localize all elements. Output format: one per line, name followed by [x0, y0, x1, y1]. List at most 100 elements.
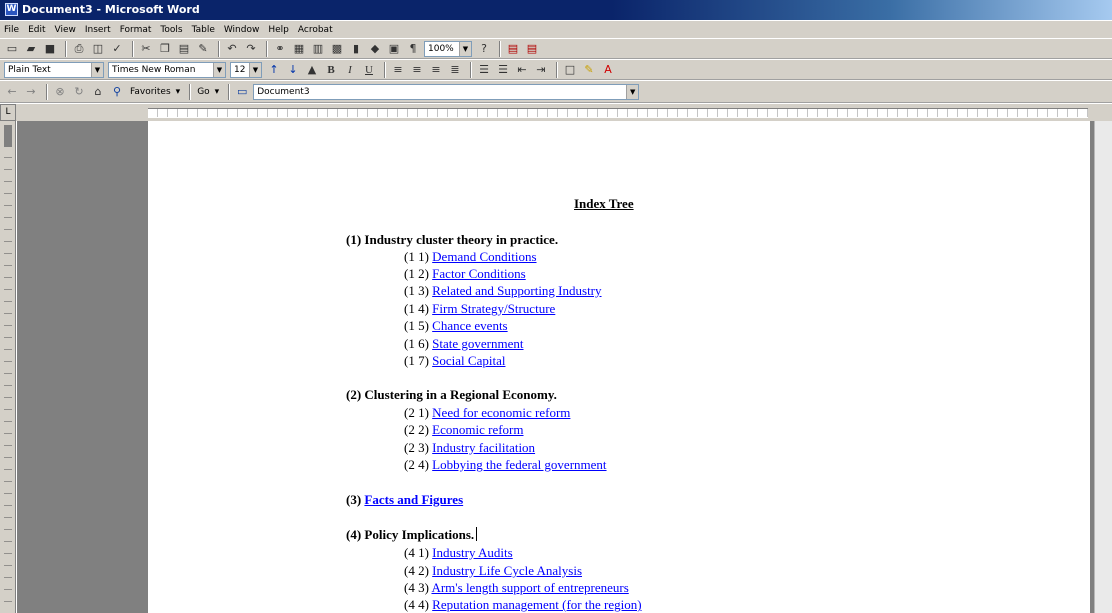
bold-icon[interactable]: B [323, 62, 339, 78]
item-link[interactable]: Need for economic reform [432, 405, 570, 420]
font-size-select[interactable]: 12 ▼ [230, 61, 262, 78]
bullets-icon[interactable]: ☰ [495, 62, 511, 78]
open-folder-icon[interactable]: ▰ [23, 41, 39, 57]
italic-icon[interactable]: I [342, 62, 358, 78]
align-center-icon[interactable]: ≡ [409, 62, 425, 78]
item-link[interactable]: Chance events [432, 318, 507, 333]
item-number: (4 3) [404, 580, 429, 595]
item-link[interactable]: Arm's length support of entrepreneurs [431, 580, 628, 595]
border-icon[interactable]: □ [562, 62, 578, 78]
decrease-indent-icon[interactable]: ⇤ [514, 62, 530, 78]
print-preview-icon[interactable]: ◫ [90, 41, 106, 57]
promote-arrow-up-icon[interactable]: ↑ [266, 62, 282, 78]
justify-icon[interactable]: ≣ [447, 62, 463, 78]
font-color-icon[interactable]: A [600, 62, 616, 78]
menu-table[interactable]: Table [192, 25, 215, 35]
triangle-icon[interactable]: ▲ [304, 62, 320, 78]
item-link[interactable]: State government [432, 336, 523, 351]
search-web-icon[interactable]: ⚲ [109, 84, 125, 100]
item-link[interactable]: Economic reform [432, 422, 523, 437]
hyperlink-icon[interactable]: ⚭ [272, 41, 288, 57]
item-link[interactable]: Firm Strategy/Structure [432, 301, 555, 316]
menu-tools[interactable]: Tools [160, 25, 182, 35]
save-icon[interactable]: ■ [42, 41, 58, 57]
chevron-down-icon[interactable]: ▼ [249, 62, 261, 77]
numbering-icon[interactable]: ☰ [476, 62, 492, 78]
zoom-select[interactable]: 100% ▼ [424, 40, 472, 57]
menu-file[interactable]: File [4, 25, 19, 35]
document-map-icon[interactable]: ▣ [386, 41, 402, 57]
forward-arrow-icon[interactable]: → [23, 84, 39, 100]
go-menu[interactable]: Go [197, 87, 209, 97]
increase-indent-icon[interactable]: ⇥ [533, 62, 549, 78]
item-link[interactable]: Related and Supporting Industry [432, 283, 601, 298]
tab-selector[interactable]: L [0, 104, 16, 121]
chevron-down-icon[interactable]: ▼ [213, 62, 225, 77]
acrobat-pdf-icon[interactable]: ▤ [505, 41, 521, 57]
help-icon[interactable]: ? [476, 41, 492, 57]
favorites-chevron-icon[interactable]: ▾ [176, 87, 181, 97]
item-link[interactable]: Industry Life Cycle Analysis [432, 563, 582, 578]
chevron-down-icon[interactable]: ▼ [626, 84, 639, 99]
chevron-down-icon[interactable]: ▼ [91, 62, 103, 77]
style-select[interactable]: Plain Text ▼ [4, 61, 104, 78]
formatting-toolbar: Plain Text ▼ Times New Roman ▼ 12 ▼ ↑ ↓ … [0, 59, 1112, 80]
menu-insert[interactable]: Insert [85, 25, 111, 35]
underline-icon[interactable]: U [361, 62, 377, 78]
horizontal-ruler[interactable] [148, 108, 1088, 118]
item-number: (1 2) [404, 266, 429, 281]
cut-icon[interactable]: ✂ [138, 41, 154, 57]
home-icon[interactable]: ⌂ [90, 84, 106, 100]
chevron-down-icon[interactable]: ▼ [459, 41, 471, 56]
demote-arrow-down-icon[interactable]: ↓ [285, 62, 301, 78]
insert-excel-icon[interactable]: ▩ [329, 41, 345, 57]
font-select[interactable]: Times New Roman ▼ [108, 61, 226, 78]
drawing-icon[interactable]: ◆ [367, 41, 383, 57]
document-page[interactable] [148, 121, 1090, 613]
list-item: (1 7) Social Capital [404, 353, 505, 369]
go-chevron-icon[interactable]: ▾ [215, 87, 220, 97]
item-link[interactable]: Factor Conditions [432, 266, 526, 281]
undo-icon[interactable]: ↶ [224, 41, 240, 57]
address-field[interactable]: Document3 ▼ [253, 83, 640, 100]
acrobat-email-pdf-icon[interactable]: ▤ [524, 41, 540, 57]
align-left-icon[interactable]: ≡ [390, 62, 406, 78]
item-link[interactable]: Demand Conditions [432, 249, 536, 264]
spelling-icon[interactable]: ✓ [109, 41, 125, 57]
menu-acrobat[interactable]: Acrobat [298, 25, 333, 35]
item-link[interactable]: Social Capital [432, 353, 505, 368]
vertical-ruler[interactable] [0, 121, 16, 613]
item-link[interactable]: Reputation management (for the region) [432, 597, 641, 612]
insert-table-icon[interactable]: ▥ [310, 41, 326, 57]
word-app-icon[interactable]: W [5, 3, 18, 16]
item-link[interactable]: Industry Audits [432, 545, 513, 560]
stop-icon[interactable]: ⊗ [52, 84, 68, 100]
redo-icon[interactable]: ↷ [243, 41, 259, 57]
menu-edit[interactable]: Edit [28, 25, 45, 35]
format-painter-icon[interactable]: ✎ [195, 41, 211, 57]
new-document-icon[interactable]: ▭ [4, 41, 20, 57]
section-heading: (3) Facts and Figures [346, 492, 463, 508]
item-link[interactable]: Lobbying the federal government [432, 457, 606, 472]
paste-icon[interactable]: ▤ [176, 41, 192, 57]
align-right-icon[interactable]: ≡ [428, 62, 444, 78]
copy-icon[interactable]: ❐ [157, 41, 173, 57]
menu-format[interactable]: Format [120, 25, 152, 35]
back-arrow-icon[interactable]: ← [4, 84, 20, 100]
tables-borders-icon[interactable]: ▦ [291, 41, 307, 57]
print-icon[interactable]: ⎙ [71, 41, 87, 57]
favorites-menu[interactable]: Favorites [130, 87, 171, 97]
list-item: (1 1) Demand Conditions [404, 249, 537, 265]
highlight-icon[interactable]: ✎ [581, 62, 597, 78]
show-web-toolbar-only-icon[interactable]: ▭ [234, 84, 250, 100]
vertical-scrollbar[interactable] [1094, 121, 1112, 613]
item-link[interactable]: Industry facilitation [432, 440, 535, 455]
menu-window[interactable]: Window [224, 25, 260, 35]
menu-view[interactable]: View [55, 25, 76, 35]
section-heading-link[interactable]: Facts and Figures [364, 492, 463, 507]
columns-icon[interactable]: ▮ [348, 41, 364, 57]
show-hide-icon[interactable]: ¶ [405, 41, 421, 57]
refresh-icon[interactable]: ↻ [71, 84, 87, 100]
toolbar-separator [266, 40, 268, 57]
menu-help[interactable]: Help [268, 25, 289, 35]
